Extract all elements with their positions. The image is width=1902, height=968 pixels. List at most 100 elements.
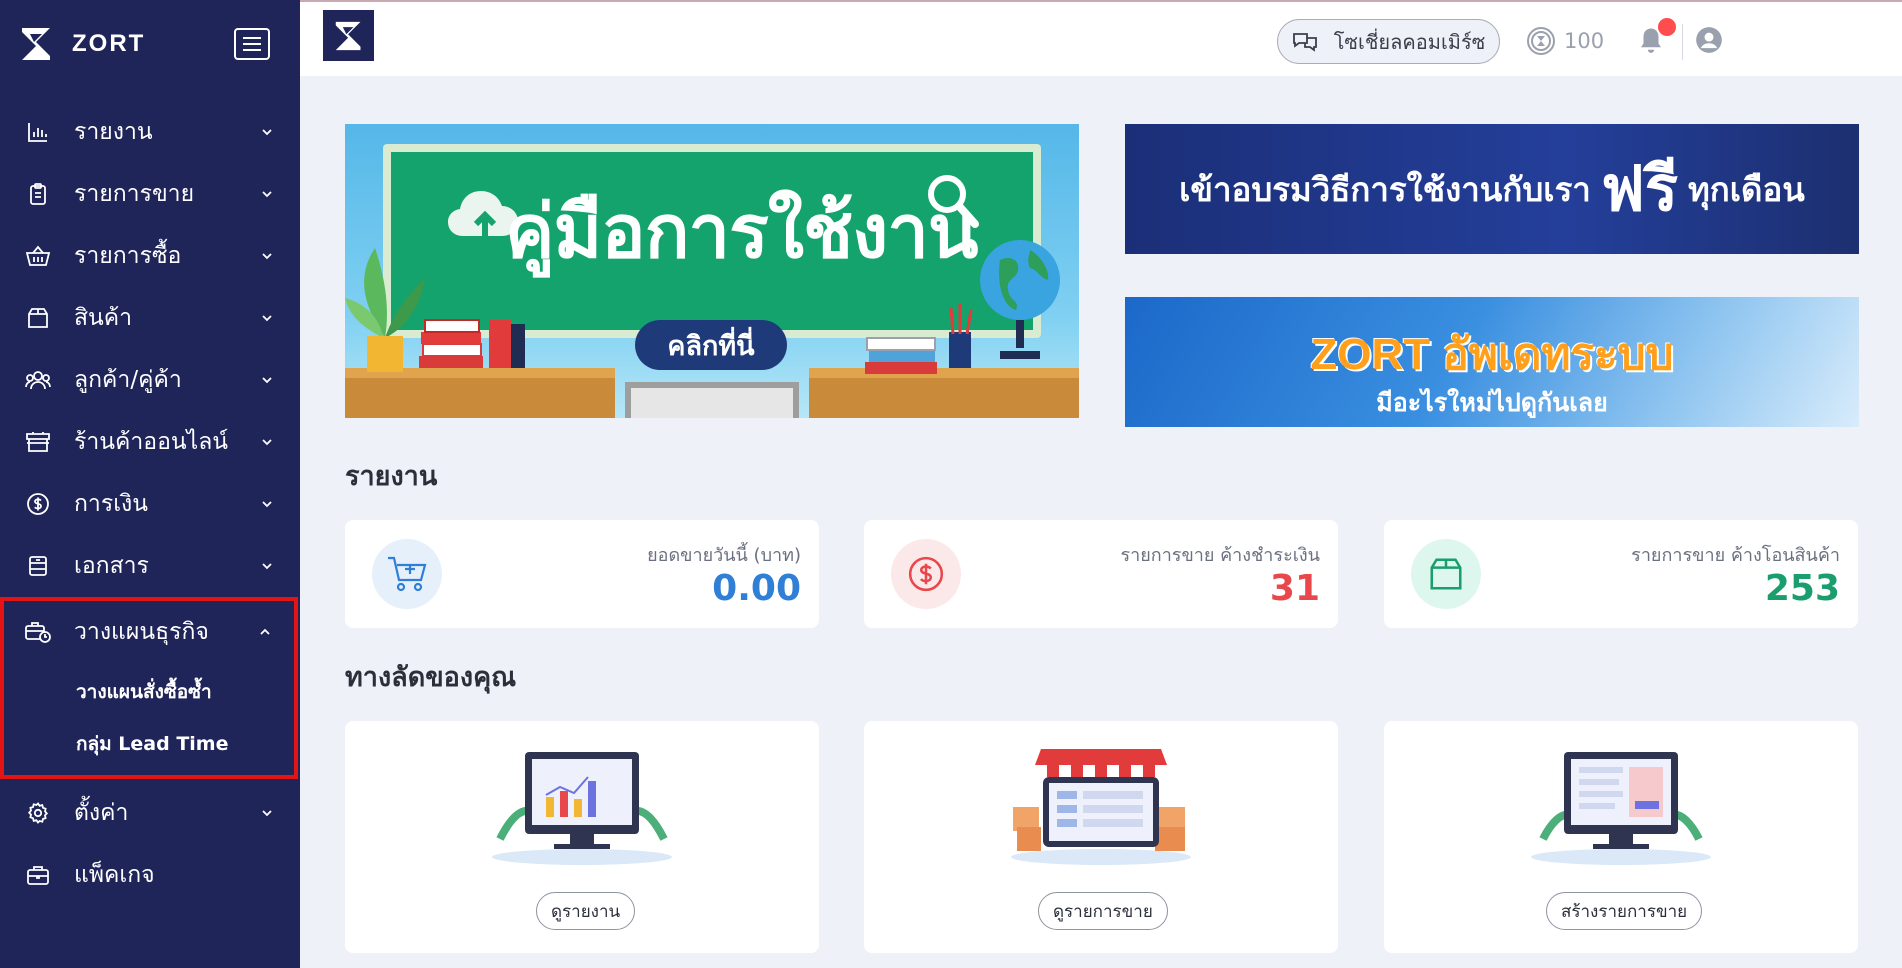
- system-update-banner[interactable]: ZORT อัพเดทระบบ มีอะไรใหม่ไปดูกันเลย: [1125, 297, 1859, 427]
- sidebar-item-label: การเงิน: [74, 491, 149, 517]
- training-text-after: ทุกเดือน: [1688, 169, 1805, 209]
- view-reports-button[interactable]: ดูรายงาน: [536, 892, 636, 930]
- training-banner[interactable]: เข้าอบรมวิธีการใช้งานกับเรา ฟรี ทุกเดือน: [1125, 124, 1859, 254]
- shortcut-card-sales-list: ดูรายการขาย: [864, 721, 1338, 953]
- books-stack-icon: [865, 337, 937, 374]
- create-sale-button[interactable]: สร้างรายการขาย: [1546, 892, 1703, 930]
- plant-icon: [345, 248, 425, 372]
- chevron-up-icon: [260, 628, 270, 635]
- divider: [1682, 24, 1683, 60]
- sidebar-group-business-planning: วางแผนธุรกิจ วางแผนสั่งซื้อซ้ำ กลุ่ม Lea…: [0, 597, 298, 779]
- create-order-monitor-illustration: [1531, 752, 1711, 865]
- stat-label: รายการขาย ค้างโอนสินค้า: [1631, 545, 1840, 566]
- sidebar-subitem-lead-time-group[interactable]: กลุ่ม Lead Time: [4, 721, 294, 775]
- menu-line: [243, 43, 261, 45]
- stat-card-today-sales[interactable]: ยอดขายวันนี้ (บาท) 0.00: [345, 520, 819, 628]
- sidebar-item-business-planning[interactable]: วางแผนธุรกิจ: [4, 601, 294, 663]
- stat-value: 31: [1269, 568, 1320, 609]
- globe-icon: [980, 240, 1060, 359]
- store-icon: [24, 428, 52, 456]
- chevron-down-icon: [262, 501, 272, 508]
- stat-value: 253: [1764, 568, 1840, 609]
- sidebar-item-label: รายการซื้อ: [74, 243, 182, 269]
- sidebar-item-package[interactable]: แพ็คเกจ: [0, 844, 300, 906]
- stat-label: รายการขาย ค้างชำระเงิน: [1120, 545, 1320, 566]
- sidebar-item-documents[interactable]: เอกสาร: [0, 535, 300, 597]
- sidebar-item-label: สินค้า: [74, 305, 133, 331]
- cart-plus-icon: [372, 539, 442, 609]
- sidebar-item-customers[interactable]: ลูกค้า/คู่ค้า: [0, 349, 300, 411]
- desk-middle: [625, 382, 799, 418]
- sidebar-item-label: ลูกค้า/คู่ค้า: [74, 367, 182, 393]
- sidebar-item-label: แพ็คเกจ: [74, 862, 155, 888]
- sidebar-item-purchases[interactable]: รายการซื้อ: [0, 225, 300, 287]
- sidebar: ZORT รายงาน รายการขาย รายการซื้อ สินค้า …: [0, 0, 300, 968]
- sidebar-item-finance[interactable]: การเงิน: [0, 473, 300, 535]
- sidebar-item-reports[interactable]: รายงาน: [0, 101, 300, 163]
- update-title: ZORT อัพเดทระบบ: [1310, 330, 1674, 379]
- box-icon: [1411, 539, 1481, 609]
- users-icon: [24, 366, 52, 394]
- zort-logo-icon[interactable]: [323, 10, 374, 61]
- dollar-circle-icon: [891, 539, 961, 609]
- sidebar-item-label: ตั้งค่า: [74, 800, 129, 826]
- zort-logo-icon: [22, 28, 50, 60]
- stat-card-pending-shipment[interactable]: รายการขาย ค้างโอนสินค้า 253: [1384, 520, 1858, 628]
- chevron-down-icon: [262, 129, 272, 136]
- brand[interactable]: ZORT: [20, 26, 145, 62]
- store-tablet-illustration: [1011, 749, 1191, 865]
- reports-section-title: รายงาน: [345, 461, 438, 492]
- sidebar-item-label: รายการขาย: [74, 181, 195, 207]
- menu-line: [243, 37, 261, 39]
- coin-icon: [1527, 27, 1555, 55]
- click-here-button[interactable]: คลิกที่นี่: [635, 320, 787, 370]
- sidebar-item-settings[interactable]: ตั้งค่า: [0, 782, 300, 844]
- chevron-down-icon: [262, 191, 272, 198]
- credit-balance[interactable]: 100: [1526, 26, 1604, 56]
- report-monitor-illustration: [492, 752, 672, 865]
- pencil-cup-icon: [949, 304, 973, 368]
- shortcuts-section-title: ทางลัดของคุณ: [345, 662, 517, 693]
- credit-count: 100: [1564, 29, 1605, 53]
- sidebar-item-sales[interactable]: รายการขาย: [0, 163, 300, 225]
- chat-bubbles-icon: [1292, 32, 1317, 52]
- stat-card-unpaid-sales[interactable]: รายการขาย ค้างชำระเงิน 31: [864, 520, 1338, 628]
- topbar: โซเชี่ยลคอมเมิร์ซ 100: [300, 0, 1902, 76]
- bar-chart-icon: [24, 118, 52, 146]
- stat-label: ยอดขายวันนี้ (บาท): [647, 545, 801, 566]
- chevron-down-icon: [262, 315, 272, 322]
- chevron-down-icon: [262, 377, 272, 384]
- shortcut-card-reports: ดูรายงาน: [345, 721, 819, 953]
- briefcase-clock-icon: [24, 618, 52, 646]
- sidebar-subitem-reorder-plan[interactable]: วางแผนสั่งซื้อซ้ำ: [4, 663, 294, 721]
- briefcase-icon: [24, 861, 52, 889]
- dollar-circle-icon: [24, 490, 52, 518]
- update-subtitle: มีอะไรใหม่ไปดูกันเลย: [1376, 388, 1608, 417]
- menu-line: [243, 49, 261, 51]
- basket-icon: [24, 242, 52, 270]
- chevron-down-icon: [262, 439, 272, 446]
- user-avatar-icon[interactable]: [1695, 26, 1723, 54]
- social-commerce-button[interactable]: โซเชี่ยลคอมเมิร์ซ: [1277, 19, 1500, 64]
- view-sales-button[interactable]: ดูรายการขาย: [1038, 892, 1168, 930]
- document-icon: [24, 552, 52, 580]
- training-text-before: เข้าอบรมวิธีการใช้งานกับเรา: [1179, 169, 1591, 209]
- social-commerce-label: โซเชี่ยลคอมเมิร์ซ: [1333, 29, 1486, 54]
- clipboard-icon: [24, 180, 52, 208]
- stat-value: 0.00: [712, 568, 801, 609]
- box-icon: [24, 304, 52, 332]
- sidebar-item-label: ร้านค้าออนไลน์: [74, 429, 229, 455]
- gear-icon: [24, 799, 52, 827]
- user-manual-banner[interactable]: คู่มือการใช้งาน คลิกที่นี่: [345, 124, 1079, 418]
- books-icon: [419, 319, 525, 368]
- menu-toggle-button[interactable]: [234, 28, 270, 60]
- shortcut-card-create-sale: สร้างรายการขาย: [1384, 721, 1858, 953]
- chevron-down-icon: [262, 563, 272, 570]
- sidebar-item-online-store[interactable]: ร้านค้าออนไลน์: [0, 411, 300, 473]
- brand-name: ZORT: [72, 30, 146, 57]
- training-text: เข้าอบรมวิธีการใช้งานกับเรา ฟรี ทุกเดือน: [1179, 140, 1805, 238]
- chevron-down-icon: [262, 810, 272, 817]
- manual-title: คู่มือการใช้งาน: [505, 189, 978, 275]
- sidebar-item-products[interactable]: สินค้า: [0, 287, 300, 349]
- sidebar-nav: รายงาน รายการขาย รายการซื้อ สินค้า ลูกค้…: [0, 101, 300, 906]
